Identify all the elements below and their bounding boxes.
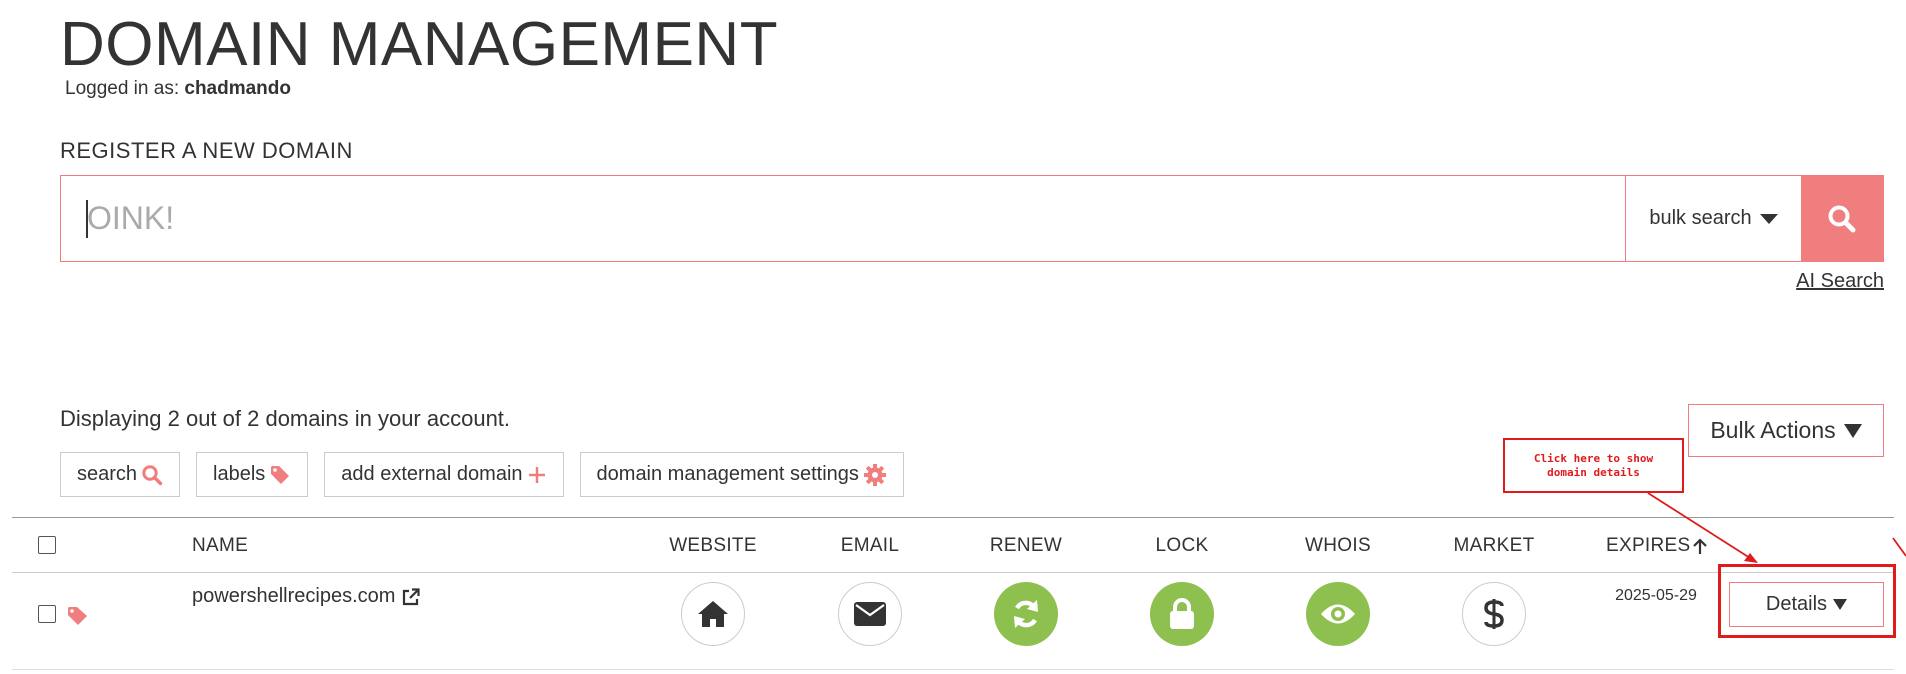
bulk-actions-label: Bulk Actions: [1710, 417, 1836, 443]
ai-search-link[interactable]: AI Search: [1796, 270, 1884, 293]
column-header-expires[interactable]: EXPIRES: [1606, 535, 1708, 557]
arrow-up-icon: [1693, 538, 1708, 554]
gear-icon: [863, 463, 886, 486]
text-cursor: [86, 200, 88, 238]
external-link-icon: [403, 587, 421, 605]
add-external-domain-button[interactable]: add external domain: [324, 452, 564, 497]
renew-button[interactable]: [994, 582, 1058, 646]
domain-count-text: Displaying 2 out of 2 domains in your ac…: [60, 406, 511, 431]
search-button[interactable]: [1801, 176, 1883, 261]
register-heading: REGISTER A NEW DOMAIN: [60, 138, 353, 163]
domain-name-link[interactable]: powershellrecipes.com: [192, 585, 421, 608]
whois-button[interactable]: [1306, 582, 1370, 646]
domain-name: powershellrecipes.com: [192, 585, 396, 607]
bulk-search-label: bulk search: [1649, 207, 1752, 229]
tag-icon[interactable]: [66, 605, 90, 627]
column-header-lock: LOCK: [1155, 535, 1209, 556]
domain-search-input[interactable]: [61, 176, 1625, 261]
domain-search-bar: bulk search: [60, 175, 1884, 262]
table-header-divider: [12, 572, 1894, 573]
annotation-callout: Click here to show domain details: [1503, 438, 1684, 493]
column-header-name[interactable]: NAME: [192, 535, 248, 557]
search-icon: [1828, 205, 1856, 232]
details-button[interactable]: Details: [1729, 582, 1884, 627]
plus-icon: [528, 466, 545, 483]
lock-icon: [1170, 598, 1194, 629]
table-bottom-divider: [12, 669, 1894, 670]
settings-label: domain management settings: [596, 463, 859, 485]
home-icon: [698, 601, 728, 627]
username: chadmando: [184, 78, 291, 99]
search-filter-label: search: [77, 463, 138, 485]
expires-label: EXPIRES: [1606, 535, 1691, 556]
email-button[interactable]: [838, 582, 902, 646]
domain-settings-button[interactable]: domain management settings: [579, 452, 904, 497]
refresh-icon: [1014, 600, 1038, 628]
caret-down-icon: [1843, 423, 1862, 438]
expiration-date: 2025-05-29: [1615, 587, 1697, 604]
add-external-label: add external domain: [341, 463, 523, 485]
column-header-email: EMAIL: [840, 535, 900, 556]
envelope-icon: [854, 602, 886, 626]
select-all-checkbox[interactable]: [38, 536, 56, 554]
caret-down-icon: [1833, 599, 1848, 610]
search-icon: [142, 464, 163, 485]
table-top-divider: [12, 517, 1894, 518]
bulk-actions-button[interactable]: Bulk Actions: [1688, 404, 1884, 457]
column-header-market: MARKET: [1453, 535, 1535, 556]
column-header-website: WEBSITE: [669, 535, 757, 556]
details-label: Details: [1765, 593, 1828, 615]
labels-label: labels: [213, 463, 266, 485]
logged-in-label: Logged in as:: [65, 78, 180, 99]
column-header-renew: RENEW: [989, 535, 1063, 556]
column-header-whois: WHOIS: [1305, 535, 1371, 556]
bulk-search-dropdown[interactable]: bulk search: [1625, 176, 1801, 261]
search-filter-button[interactable]: search: [60, 452, 181, 497]
market-button[interactable]: [1462, 582, 1526, 646]
caret-down-icon: [1759, 213, 1778, 224]
tag-icon: [271, 465, 290, 484]
page-title: DOMAIN MANAGEMENT: [60, 10, 779, 79]
lock-button[interactable]: [1150, 582, 1214, 646]
dollar-icon: [1484, 599, 1504, 629]
row-select-checkbox[interactable]: [38, 605, 56, 623]
labels-button[interactable]: labels: [196, 452, 309, 497]
domain-toolbar: search labels add external domain domain…: [60, 452, 904, 497]
logged-in-status: Logged in as: chadmando: [65, 78, 291, 100]
eye-icon: [1321, 604, 1355, 624]
website-button[interactable]: [681, 582, 745, 646]
